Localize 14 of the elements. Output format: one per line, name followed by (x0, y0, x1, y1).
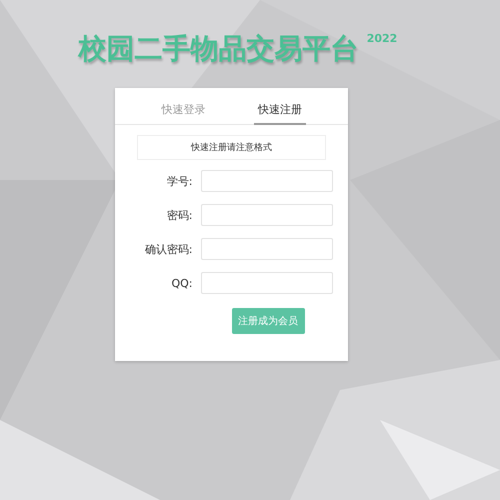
field-label: QQ: (170, 276, 192, 290)
site-title: 校园二手物品交易平台 (78, 31, 359, 67)
input-field[interactable] (200, 238, 332, 260)
field-label: 学号: (166, 174, 192, 188)
notice-banner: 快速注册请注意格式 (137, 135, 326, 160)
tab[interactable]: 快速注册 (254, 88, 306, 125)
register-button[interactable]: 注册成为会员 (232, 308, 304, 334)
input-field[interactable] (200, 204, 332, 226)
tab[interactable]: 快速登录 (157, 88, 210, 125)
field-label: 密码: (166, 208, 192, 222)
field-label: 确认密码: (144, 242, 192, 256)
input-field[interactable] (200, 272, 332, 294)
year-label: 2022 (366, 32, 398, 45)
input-field[interactable] (200, 170, 332, 192)
